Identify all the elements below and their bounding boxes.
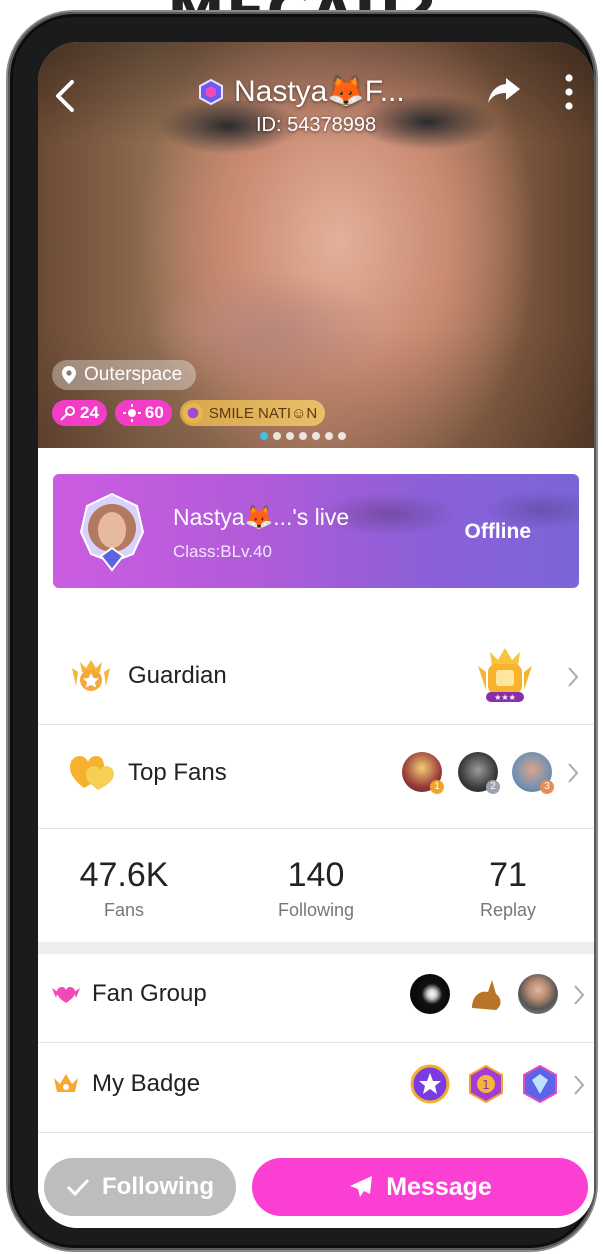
fan-group-avatar[interactable] <box>466 974 506 1014</box>
sun-level-tag: 60 <box>114 400 172 426</box>
pagination-dot[interactable] <box>312 432 320 440</box>
pagination-dot[interactable] <box>273 432 281 440</box>
rank-badge: 1 <box>430 780 444 794</box>
location-badge: Outerspace <box>52 360 197 390</box>
chevron-right-icon <box>574 985 585 1005</box>
level-gem-icon <box>199 78 223 105</box>
svg-text:1: 1 <box>482 1078 490 1092</box>
send-icon <box>350 1176 373 1197</box>
message-button[interactable]: Message <box>252 1158 588 1216</box>
following-button[interactable]: Following <box>44 1158 236 1216</box>
following-count: 140 <box>287 856 345 894</box>
avatar <box>79 492 145 572</box>
profile-photo[interactable]: Nastya🦊F... ID: 54378998 Outerspace 24 6… <box>38 42 594 448</box>
fans-label: Fans <box>103 900 145 920</box>
medal-badge-icon[interactable]: 1 <box>466 1064 506 1104</box>
live-class: Class:BLv.40 <box>173 542 272 561</box>
more-options-icon[interactable] <box>560 72 578 112</box>
group-tag[interactable]: SMILE NATI☺N <box>179 400 326 426</box>
tag-row: 24 60 SMILE NATI☺N <box>52 400 326 426</box>
svg-text:★★★: ★★★ <box>494 693 516 702</box>
pagination-dot[interactable] <box>286 432 294 440</box>
chevron-right-icon <box>574 1075 585 1095</box>
live-title: Nastya🦊...'s live <box>173 504 350 530</box>
photo-pagination <box>260 432 346 440</box>
fan-group-avatar[interactable] <box>410 974 450 1014</box>
fan-group-label: Fan Group <box>92 980 207 1007</box>
location-text: Outerspace <box>84 364 183 385</box>
crown-icon <box>54 1074 78 1092</box>
rank-badge: 3 <box>540 780 554 794</box>
share-icon[interactable] <box>486 74 522 106</box>
divider <box>38 1042 594 1043</box>
fans-count: 47.6K <box>79 856 169 894</box>
following-label: Following <box>277 900 355 920</box>
sun-icon <box>122 404 141 422</box>
fan-group-avatar[interactable] <box>518 974 558 1014</box>
pagination-dot[interactable] <box>325 432 333 440</box>
back-arrow-icon[interactable] <box>50 76 80 116</box>
replay-count: 71 <box>489 856 527 894</box>
group-coin-icon <box>182 403 203 423</box>
check-icon <box>66 1178 90 1197</box>
pagination-dot[interactable] <box>299 432 307 440</box>
chevron-right-icon <box>568 763 579 783</box>
phone-frame: Nastya🦊F... ID: 54378998 Outerspace 24 6… <box>8 12 596 1250</box>
gem-badge-icon[interactable] <box>520 1064 560 1104</box>
header-title: Nastya🦊F... <box>198 74 405 109</box>
fan-group-heart-icon <box>52 987 80 1003</box>
live-card[interactable]: Nastya🦊...'s live Class:BLv.40 Offline <box>53 474 579 588</box>
guardian-crown-icon <box>72 660 110 691</box>
divider <box>38 1132 594 1133</box>
level-tag: 24 <box>52 400 107 426</box>
guardian-label: Guardian <box>128 662 227 689</box>
pagination-dot[interactable] <box>338 432 346 440</box>
pagination-dot[interactable] <box>260 432 268 440</box>
divider <box>38 724 594 725</box>
live-status: Offline <box>464 520 532 543</box>
divider <box>38 828 594 829</box>
profile-screen: Nastya🦊F... ID: 54378998 Outerspace 24 6… <box>38 42 594 1228</box>
guardian-badge-icon: ★★★ <box>478 648 532 702</box>
star-badge-icon[interactable] <box>410 1064 450 1104</box>
top-fans-label: Top Fans <box>128 759 227 786</box>
chevron-right-icon <box>568 667 579 687</box>
profile-name: Nastya🦊F... <box>234 75 405 108</box>
profile-id: ID: 54378998 <box>256 114 377 136</box>
section-separator <box>38 942 594 954</box>
key-icon <box>60 406 75 421</box>
location-pin-icon <box>62 366 76 384</box>
replay-label: Replay <box>479 900 537 920</box>
rank-badge: 2 <box>486 780 500 794</box>
hearts-icon <box>70 756 114 790</box>
my-badge-label: My Badge <box>92 1070 201 1097</box>
